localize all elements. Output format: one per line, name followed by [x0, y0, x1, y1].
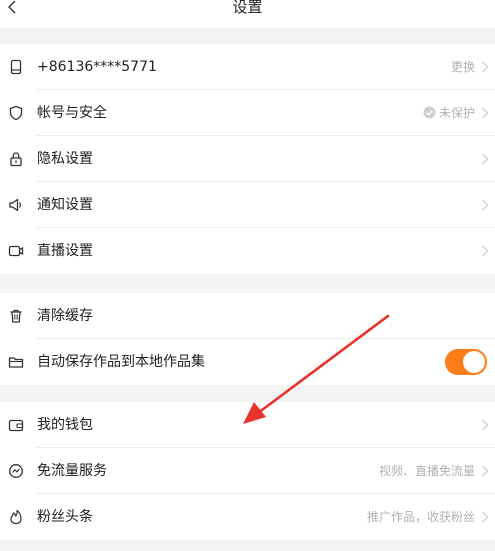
account-security-label: 帐号与安全: [37, 105, 107, 121]
notification-settings-row[interactable]: 通知设置: [0, 182, 495, 228]
chevron-right-icon: [482, 199, 489, 211]
wallet-icon: [8, 417, 24, 433]
lock-icon: [8, 151, 24, 167]
live-settings-label: 直播设置: [37, 243, 93, 259]
phone-number-label: +86136****5771: [37, 59, 157, 75]
speaker-icon: [8, 197, 24, 213]
change-phone-text: 更换: [450, 60, 475, 74]
chevron-right-icon: [482, 61, 489, 73]
wallet-row[interactable]: 我的钱包: [0, 402, 495, 448]
clear-cache-label: 清除缓存: [37, 308, 93, 324]
folder-icon: [8, 354, 24, 370]
trash-icon: [8, 308, 24, 324]
chevron-right-icon: [482, 153, 489, 165]
chevron-right-icon: [482, 107, 489, 119]
settings-group-storage: 清除缓存 自动保存作品到本地作品集: [0, 293, 495, 385]
top-bar: 设置: [0, 0, 495, 28]
shield-icon: [8, 105, 24, 121]
auto-save-toggle[interactable]: [445, 349, 487, 375]
fan-headlines-row[interactable]: 粉丝头条 推广作品，收获粉丝: [0, 494, 495, 540]
chevron-right-icon: [482, 465, 489, 477]
page-title: 设置: [232, 0, 263, 16]
traffic-icon: [8, 463, 24, 479]
settings-group-services: 我的钱包 免流量服务 视频、直播免流量 粉丝头条 推广作品，收获粉丝: [0, 402, 495, 540]
chevron-right-icon: [482, 245, 489, 257]
security-status: 未保护: [423, 90, 475, 136]
privacy-settings-row[interactable]: 隐私设置: [0, 136, 495, 182]
phone-icon: [8, 59, 24, 75]
privacy-settings-label: 隐私设置: [37, 151, 93, 167]
check-circle-icon: [423, 106, 436, 119]
security-status-text: 未保护: [438, 106, 475, 120]
settings-group-account: +86136****5771 更换 帐号与安全 未保护 隐私设置 通知设置 直播…: [0, 44, 495, 274]
phone-number-row[interactable]: +86136****5771 更换: [0, 44, 495, 90]
chevron-right-icon: [482, 511, 489, 523]
notification-settings-label: 通知设置: [37, 197, 93, 213]
chevron-right-icon: [482, 419, 489, 431]
wallet-label: 我的钱包: [37, 417, 93, 433]
data-free-service-row[interactable]: 免流量服务 视频、直播免流量: [0, 448, 495, 494]
toggle-knob: [463, 351, 485, 373]
auto-save-row: 自动保存作品到本地作品集: [0, 339, 495, 385]
data-free-description: 视频、直播免流量: [378, 464, 475, 478]
clear-cache-row[interactable]: 清除缓存: [0, 293, 495, 339]
account-security-row[interactable]: 帐号与安全 未保护: [0, 90, 495, 136]
auto-save-label: 自动保存作品到本地作品集: [37, 354, 205, 370]
live-settings-row[interactable]: 直播设置: [0, 228, 495, 274]
video-camera-icon: [8, 243, 24, 259]
fan-headlines-label: 粉丝头条: [37, 509, 93, 525]
data-free-service-label: 免流量服务: [37, 463, 107, 479]
fan-headlines-description: 推广作品，收获粉丝: [366, 510, 475, 524]
flame-icon: [8, 509, 24, 525]
